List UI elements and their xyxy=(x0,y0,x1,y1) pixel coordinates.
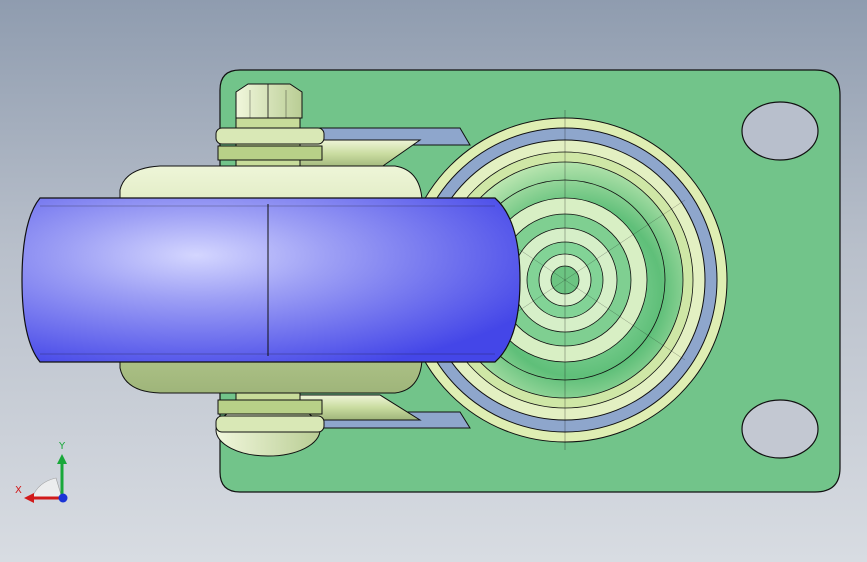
x-axis-label: X xyxy=(15,485,22,496)
caster-wheel-model[interactable] xyxy=(0,0,867,562)
washer-bottom xyxy=(215,415,325,433)
y-axis-label: Y xyxy=(59,441,66,452)
spacer-bottom xyxy=(217,399,323,415)
hex-nut[interactable] xyxy=(235,83,303,119)
triad-floor-plane xyxy=(31,477,63,499)
3d-viewport[interactable]: Y X xyxy=(0,0,867,562)
washer-top xyxy=(215,127,325,145)
spacer-top xyxy=(217,145,323,161)
coordinate-triad: Y X xyxy=(10,440,80,510)
mounting-hole-top xyxy=(741,101,819,161)
mounting-hole-bottom xyxy=(741,399,819,459)
wheel[interactable] xyxy=(21,197,521,363)
triad-graphic xyxy=(24,454,68,503)
z-axis-dot xyxy=(58,493,68,503)
